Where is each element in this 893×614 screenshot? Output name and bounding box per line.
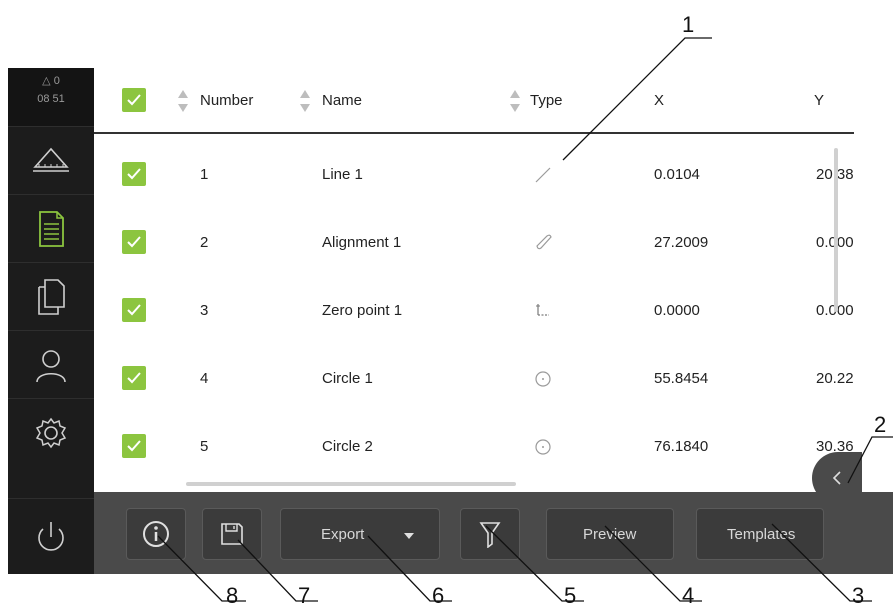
callout-3: 3 xyxy=(852,583,865,608)
callout-6: 6 xyxy=(432,583,445,608)
callout-2: 2 xyxy=(874,412,887,437)
callout-4: 4 xyxy=(682,583,695,608)
callout-7: 7 xyxy=(298,583,311,608)
callout-1: 1 xyxy=(682,12,695,37)
callout-8: 8 xyxy=(226,583,239,608)
callout-5: 5 xyxy=(564,583,577,608)
callout-lines xyxy=(157,37,893,602)
